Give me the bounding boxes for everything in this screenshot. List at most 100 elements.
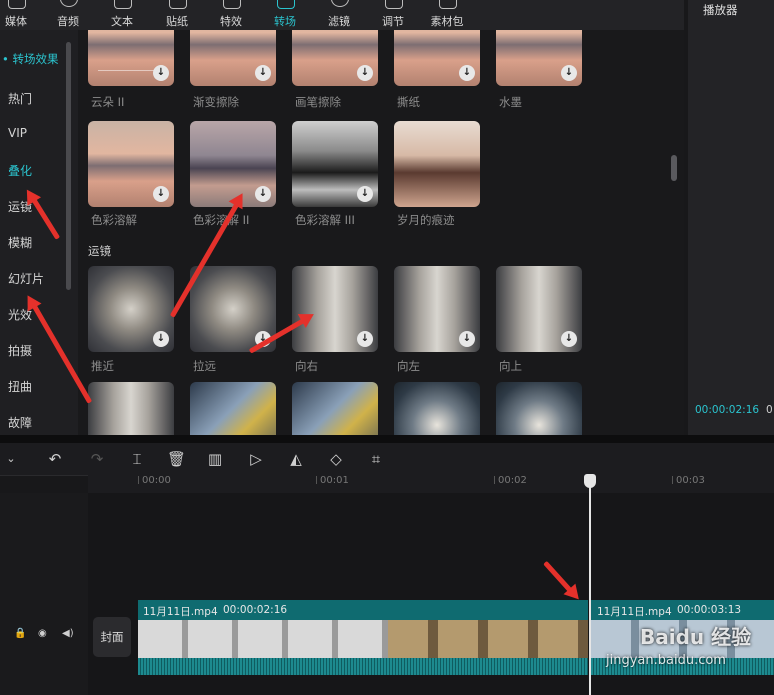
- transition-label: 拉远: [193, 359, 216, 373]
- transition-label: 色彩溶解 III: [295, 213, 355, 227]
- download-icon[interactable]: ↓: [357, 186, 373, 202]
- transition-thumb[interactable]: [496, 382, 582, 435]
- transition-thumb[interactable]: ↓: [292, 30, 378, 86]
- sidebar-item-blur[interactable]: 模糊: [8, 234, 32, 251]
- tool-transition[interactable]: 转场: [263, 0, 307, 30]
- transition-label: 向上: [499, 359, 522, 373]
- eye-icon[interactable]: ◉: [38, 628, 47, 639]
- sidebar-item-shoot[interactable]: 拍摄: [8, 342, 32, 359]
- download-icon[interactable]: ↓: [459, 65, 475, 81]
- freeze-icon[interactable]: ▥: [206, 450, 224, 468]
- player-panel: 播放器: [688, 0, 774, 435]
- download-icon[interactable]: ↓: [561, 331, 577, 347]
- transition-thumb[interactable]: ↓: [394, 266, 480, 352]
- clip-name: 11月11日.mp4: [143, 606, 218, 618]
- transition-icon: [277, 0, 295, 9]
- player-current-time: 00:00:02:16: [695, 404, 760, 416]
- sticker-icon: [169, 0, 187, 9]
- undo-icon[interactable]: ↶: [46, 450, 64, 468]
- download-icon[interactable]: ↓: [357, 331, 373, 347]
- timeline-toolbar: [0, 443, 774, 476]
- download-icon[interactable]: ↓: [459, 331, 475, 347]
- tool-audio[interactable]: 音频: [46, 0, 90, 30]
- tool-sticker[interactable]: 贴纸: [155, 0, 199, 30]
- transition-thumb[interactable]: [292, 382, 378, 435]
- sidebar-header[interactable]: • 转场效果: [2, 51, 58, 67]
- download-icon[interactable]: ↓: [153, 65, 169, 81]
- transition-thumb[interactable]: [394, 121, 480, 207]
- ruler-label: 00:02: [498, 475, 527, 486]
- transition-thumb[interactable]: ↓: [88, 266, 174, 352]
- play-icon[interactable]: ▷: [247, 450, 265, 468]
- sidebar-item-dissolve[interactable]: 叠化: [8, 162, 32, 179]
- transition-label: 撕纸: [397, 95, 420, 109]
- tool-adjust[interactable]: 调节: [371, 0, 415, 30]
- ruler-label: 00:03: [676, 475, 705, 486]
- transition-label: 向左: [397, 359, 420, 373]
- sidebar-item-distort[interactable]: 扭曲: [8, 378, 32, 395]
- split-icon[interactable]: ⌶: [128, 450, 146, 468]
- delete-icon[interactable]: 🗑: [167, 450, 186, 468]
- transition-label: 渐变擦除: [193, 95, 239, 109]
- sidebar-scrollbar[interactable]: [66, 42, 71, 290]
- sidebar-item-slideshow[interactable]: 幻灯片: [8, 270, 44, 287]
- transition-label: 色彩溶解: [91, 213, 137, 227]
- download-icon[interactable]: ↓: [153, 186, 169, 202]
- player-total-time: 0: [766, 404, 773, 416]
- transition-thumb[interactable]: ↓: [496, 266, 582, 352]
- download-icon[interactable]: ↓: [561, 65, 577, 81]
- sidebar-item-hot[interactable]: 热门: [8, 90, 32, 107]
- video-clip-1[interactable]: 11月11日.mp4 00:00:02:16: [138, 600, 588, 675]
- tool-effects[interactable]: 特效: [209, 0, 253, 30]
- media-icon: [8, 0, 26, 9]
- cover-button[interactable]: 封面: [93, 617, 131, 657]
- download-icon[interactable]: ↓: [255, 186, 271, 202]
- transition-thumb[interactable]: [394, 382, 480, 435]
- transition-label: 水墨: [499, 95, 522, 109]
- panel-divider[interactable]: [0, 435, 774, 443]
- transition-thumb[interactable]: ↓: [496, 30, 582, 86]
- transition-label: 向右: [295, 359, 318, 373]
- mirror-icon[interactable]: ◭: [287, 450, 305, 468]
- transition-thumb[interactable]: ↓: [88, 30, 174, 86]
- transition-thumb[interactable]: ↓: [394, 30, 480, 86]
- watermark: Baidu 经验 jingyan.baidu.com: [600, 615, 770, 675]
- sidebar-item-vip[interactable]: VIP: [8, 126, 27, 140]
- tool-media[interactable]: 媒体: [0, 0, 38, 30]
- transition-label: 画笔擦除: [295, 95, 341, 109]
- playhead-handle[interactable]: [584, 474, 596, 488]
- tool-filter[interactable]: 滤镜: [317, 0, 361, 30]
- track-header: 🔒 ◉ ◀): [0, 493, 88, 695]
- ruler-label: 00:00: [142, 475, 171, 486]
- tool-package[interactable]: 素材包: [425, 0, 469, 30]
- package-icon: [439, 0, 457, 9]
- adjust-icon: [385, 0, 403, 9]
- download-icon[interactable]: ↓: [357, 65, 373, 81]
- select-dropdown-icon[interactable]: ⌄: [2, 450, 20, 468]
- watermark-brand: Baidu 经验: [640, 625, 752, 649]
- download-icon[interactable]: ↓: [153, 331, 169, 347]
- transition-label: 岁月的痕迹: [397, 213, 455, 227]
- tool-text[interactable]: 文本: [100, 0, 144, 30]
- transition-thumb[interactable]: [190, 382, 276, 435]
- top-toolbar: 媒体 音频 文本 贴纸 特效 转场 滤镜 调节 素材包: [0, 0, 684, 30]
- lock-icon[interactable]: 🔒: [14, 628, 26, 639]
- transition-panel: ↓ ↓ ↓ ↓ ↓ 云朵 II 渐变擦除 画笔擦除 撕纸 水墨 ↓ ↓ ↓ 色彩…: [78, 30, 684, 435]
- transition-thumb[interactable]: ↓: [88, 121, 174, 207]
- download-icon[interactable]: ↓: [255, 65, 271, 81]
- sidebar-item-glitch[interactable]: 故障: [8, 414, 32, 431]
- transition-thumb[interactable]: ↓: [292, 121, 378, 207]
- crop-icon[interactable]: ⌗: [367, 450, 385, 468]
- redo-icon[interactable]: ↷: [88, 450, 106, 468]
- rotate-icon[interactable]: ◇: [327, 450, 345, 468]
- transition-label: 推近: [91, 359, 114, 373]
- transition-thumb[interactable]: ↓: [190, 266, 276, 352]
- playhead[interactable]: [589, 476, 591, 695]
- transition-thumb[interactable]: [88, 382, 174, 435]
- transition-thumb[interactable]: ↓: [190, 30, 276, 86]
- panel-scrollbar[interactable]: [671, 155, 677, 181]
- text-icon: [114, 0, 132, 9]
- section-title-camera: 运镜: [88, 244, 111, 258]
- clip-duration: 00:00:02:16: [223, 604, 288, 616]
- speaker-icon[interactable]: ◀): [62, 628, 74, 639]
